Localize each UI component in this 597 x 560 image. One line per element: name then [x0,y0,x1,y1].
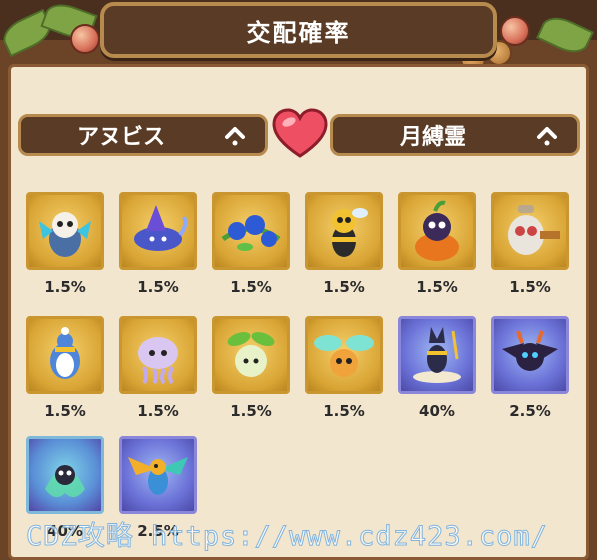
cannon-owl-pet-icon [491,192,569,270]
parent-left-selector[interactable]: アヌビス [18,114,268,156]
parent-right-selector[interactable]: 月縛霊 [330,114,580,156]
chevron-up-icon[interactable] [533,121,561,149]
berry-decoration [70,24,100,54]
parent-left-label: アヌビス [76,125,165,150]
chevron-up-icon[interactable] [221,121,249,149]
offspring-item[interactable]: 1.5% [26,316,106,420]
offspring-item[interactable]: 1.5% [26,192,106,296]
anubis-pet-icon [398,316,476,394]
offspring-item[interactable]: 1.5% [212,192,292,296]
probability-label: 1.5% [137,402,179,420]
offspring-item[interactable]: 40% [398,316,478,420]
shadow-dragon-pet-icon [491,316,569,394]
probability-label: 1.5% [323,278,365,296]
probability-label: 1.5% [44,402,86,420]
offspring-item[interactable]: 1.5% [491,192,571,296]
offspring-item[interactable]: 1.5% [119,316,199,420]
page-title: 交配確率 [246,18,351,47]
probability-label: 1.5% [509,278,551,296]
bee-pet-icon [305,192,383,270]
jellyfish-pet-icon [119,316,197,394]
penguin-pet-icon [26,316,104,394]
blue-witch-cat-pet-icon [119,192,197,270]
probability-label: 1.5% [137,278,179,296]
offspring-item[interactable]: 1.5% [212,316,292,420]
probability-label: 1.5% [230,278,272,296]
probability-label: 1.5% [323,402,365,420]
ghost-spirit-pet-icon [26,436,104,514]
leaf-sprout-pet-icon [212,316,290,394]
offspring-item[interactable]: 1.5% [398,192,478,296]
firefly-pet-icon [305,316,383,394]
parent-right-label: 月縛霊 [399,125,466,150]
probability-label: 1.5% [230,402,272,420]
owl-robot-pet-icon [26,192,104,270]
offspring-item[interactable]: 1.5% [305,316,385,420]
offspring-item[interactable]: 1.5% [305,192,385,296]
probability-label: 1.5% [416,278,458,296]
parrot-pet-icon [119,436,197,514]
pumpkin-owl-pet-icon [398,192,476,270]
watermark-text: CDZ攻略 https://www.cdz423.com/ [26,521,548,553]
title-plate: 交配確率 [100,2,497,58]
offspring-item[interactable]: 1.5% [119,192,199,296]
probability-label: 40% [419,402,455,420]
probability-label: 1.5% [44,278,86,296]
probability-label: 2.5% [509,402,551,420]
offspring-item[interactable]: 2.5% [491,316,571,420]
heart-icon [272,108,328,160]
blue-flower-vine-pet-icon [212,192,290,270]
